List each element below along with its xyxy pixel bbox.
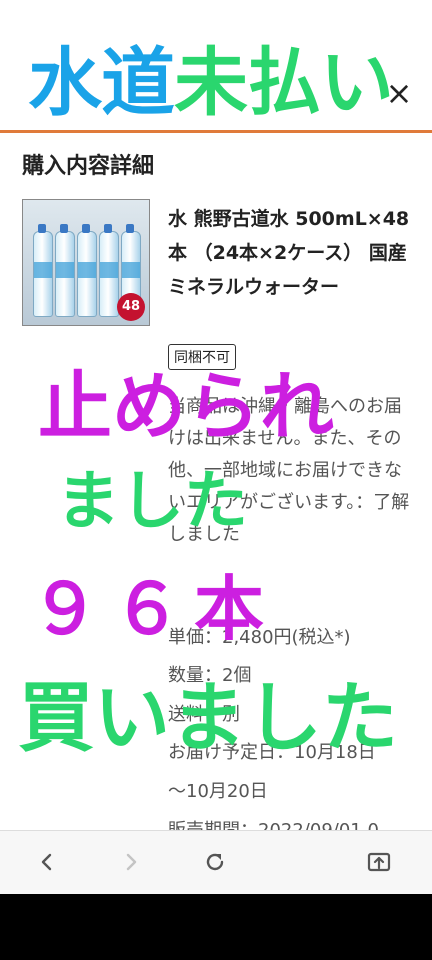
bottle-graphic bbox=[77, 224, 97, 317]
bottle-graphic bbox=[33, 224, 53, 317]
share-icon[interactable] bbox=[362, 845, 396, 879]
delivery-date-end: 〜10月20日 bbox=[168, 781, 268, 802]
chevron-right-icon[interactable] bbox=[114, 845, 148, 879]
product-name[interactable]: 水 熊野古道水 500mL×48本 （24本×2ケース） 国産 ミネラルウォータ… bbox=[168, 202, 416, 304]
title-part-green: 未払い bbox=[174, 40, 394, 126]
title-part-blue: 水道 bbox=[28, 40, 175, 126]
overlay-caption-1: 止められ bbox=[38, 364, 334, 450]
chevron-left-icon[interactable] bbox=[30, 845, 64, 879]
overlay-caption-3: ９６本 bbox=[30, 568, 276, 650]
bottle-graphic bbox=[55, 224, 75, 317]
header-divider bbox=[0, 130, 432, 133]
page-title: 水道未払い bbox=[28, 38, 394, 128]
header: 水道未払い × bbox=[0, 0, 432, 133]
bottle-graphic bbox=[99, 224, 119, 317]
overlay-caption-4: 買いました bbox=[18, 673, 398, 762]
section-title: 購入内容詳細 bbox=[22, 154, 155, 179]
browser-toolbar bbox=[0, 830, 432, 894]
reload-icon[interactable] bbox=[198, 845, 232, 879]
product-image[interactable]: 48 bbox=[22, 199, 150, 326]
close-icon[interactable]: × bbox=[384, 77, 414, 109]
system-bar bbox=[0, 894, 432, 960]
quantity-badge: 48 bbox=[117, 293, 145, 321]
overlay-caption-2: ました bbox=[56, 465, 248, 539]
